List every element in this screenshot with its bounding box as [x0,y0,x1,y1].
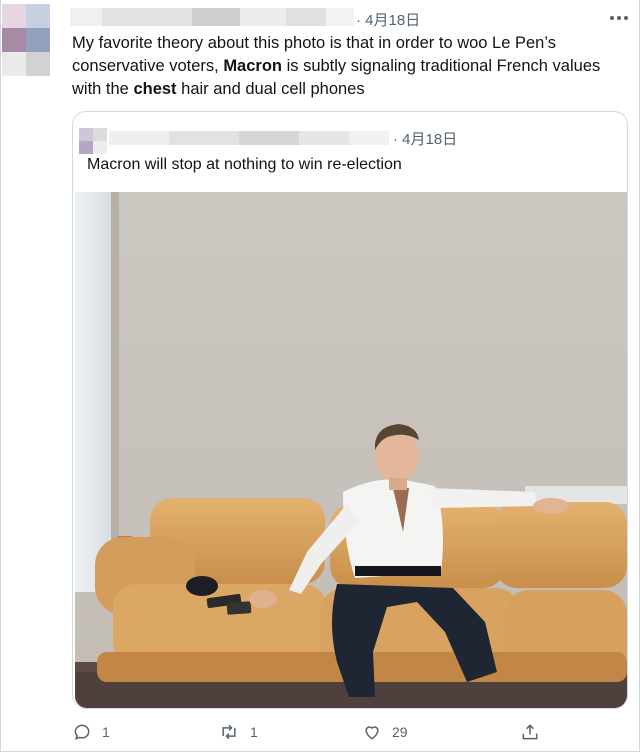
retweet-count: 1 [250,724,258,740]
tweet-text-bold: chest [133,80,177,98]
like-button[interactable]: 29 [362,722,408,742]
tweet-date[interactable]: · 4月18日 [356,9,420,30]
tweet-actions: 1 1 29 [72,722,552,746]
tweet-text-part: hair and dual cell phones [176,80,365,98]
quoted-avatar-blurred [79,128,107,154]
like-count: 29 [392,724,408,740]
quoted-tweet-photo[interactable] [75,192,627,708]
quoted-tweet-text: Macron will stop at nothing to win re-el… [87,156,402,173]
heart-icon [365,726,379,740]
quoted-tweet-date: · 4月18日 [393,131,458,148]
reply-button[interactable]: 1 [72,722,110,742]
retweet-icon [222,724,236,740]
share-button[interactable] [520,722,540,742]
share-icon [522,724,538,740]
avatar-blurred[interactable] [2,4,58,76]
tweet-text: My favorite theory about this photo is t… [72,32,628,101]
more-horizontal-icon[interactable] [606,6,632,30]
reply-icon [74,724,90,740]
reply-count: 1 [102,724,110,740]
quoted-tweet[interactable]: · 4月18日 Macron will stop at nothing to w… [72,111,628,709]
tweet-text-bold: Macron [223,57,282,75]
retweet-button[interactable]: 1 [218,722,258,742]
